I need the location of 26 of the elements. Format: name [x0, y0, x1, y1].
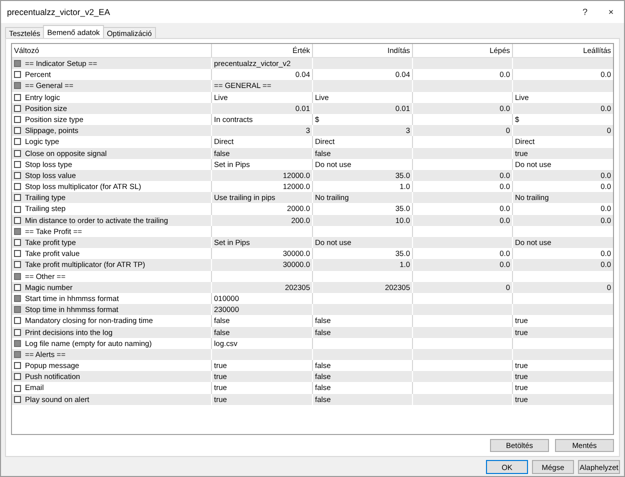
checkbox[interactable]: [14, 150, 21, 157]
checkbox[interactable]: [14, 261, 21, 268]
help-button[interactable]: ?: [572, 7, 598, 17]
checkbox[interactable]: [14, 127, 21, 134]
checkbox[interactable]: [14, 216, 21, 224]
checkbox[interactable]: [14, 183, 21, 190]
checkbox[interactable]: [14, 362, 21, 370]
checkbox[interactable]: [14, 71, 21, 78]
checkbox[interactable]: [14, 172, 21, 179]
checkbox[interactable]: [14, 284, 21, 291]
checkbox[interactable]: [14, 396, 21, 403]
checkbox[interactable]: [14, 239, 21, 246]
checkbox[interactable]: [14, 317, 21, 324]
checkbox[interactable]: [14, 138, 21, 146]
checkbox[interactable]: [14, 116, 21, 124]
checkbox[interactable]: [14, 104, 21, 112]
checkbox[interactable]: [14, 373, 21, 380]
checkbox[interactable]: [14, 250, 21, 258]
close-button[interactable]: ×: [598, 7, 624, 17]
checkbox[interactable]: [14, 206, 21, 213]
checkbox[interactable]: [14, 160, 21, 168]
checkbox[interactable]: [14, 94, 21, 101]
window-title: precentualzz_victor_v2_EA: [7, 7, 112, 17]
checkbox[interactable]: [14, 384, 21, 392]
checkbox[interactable]: [14, 328, 21, 336]
checkbox[interactable]: [14, 194, 21, 202]
